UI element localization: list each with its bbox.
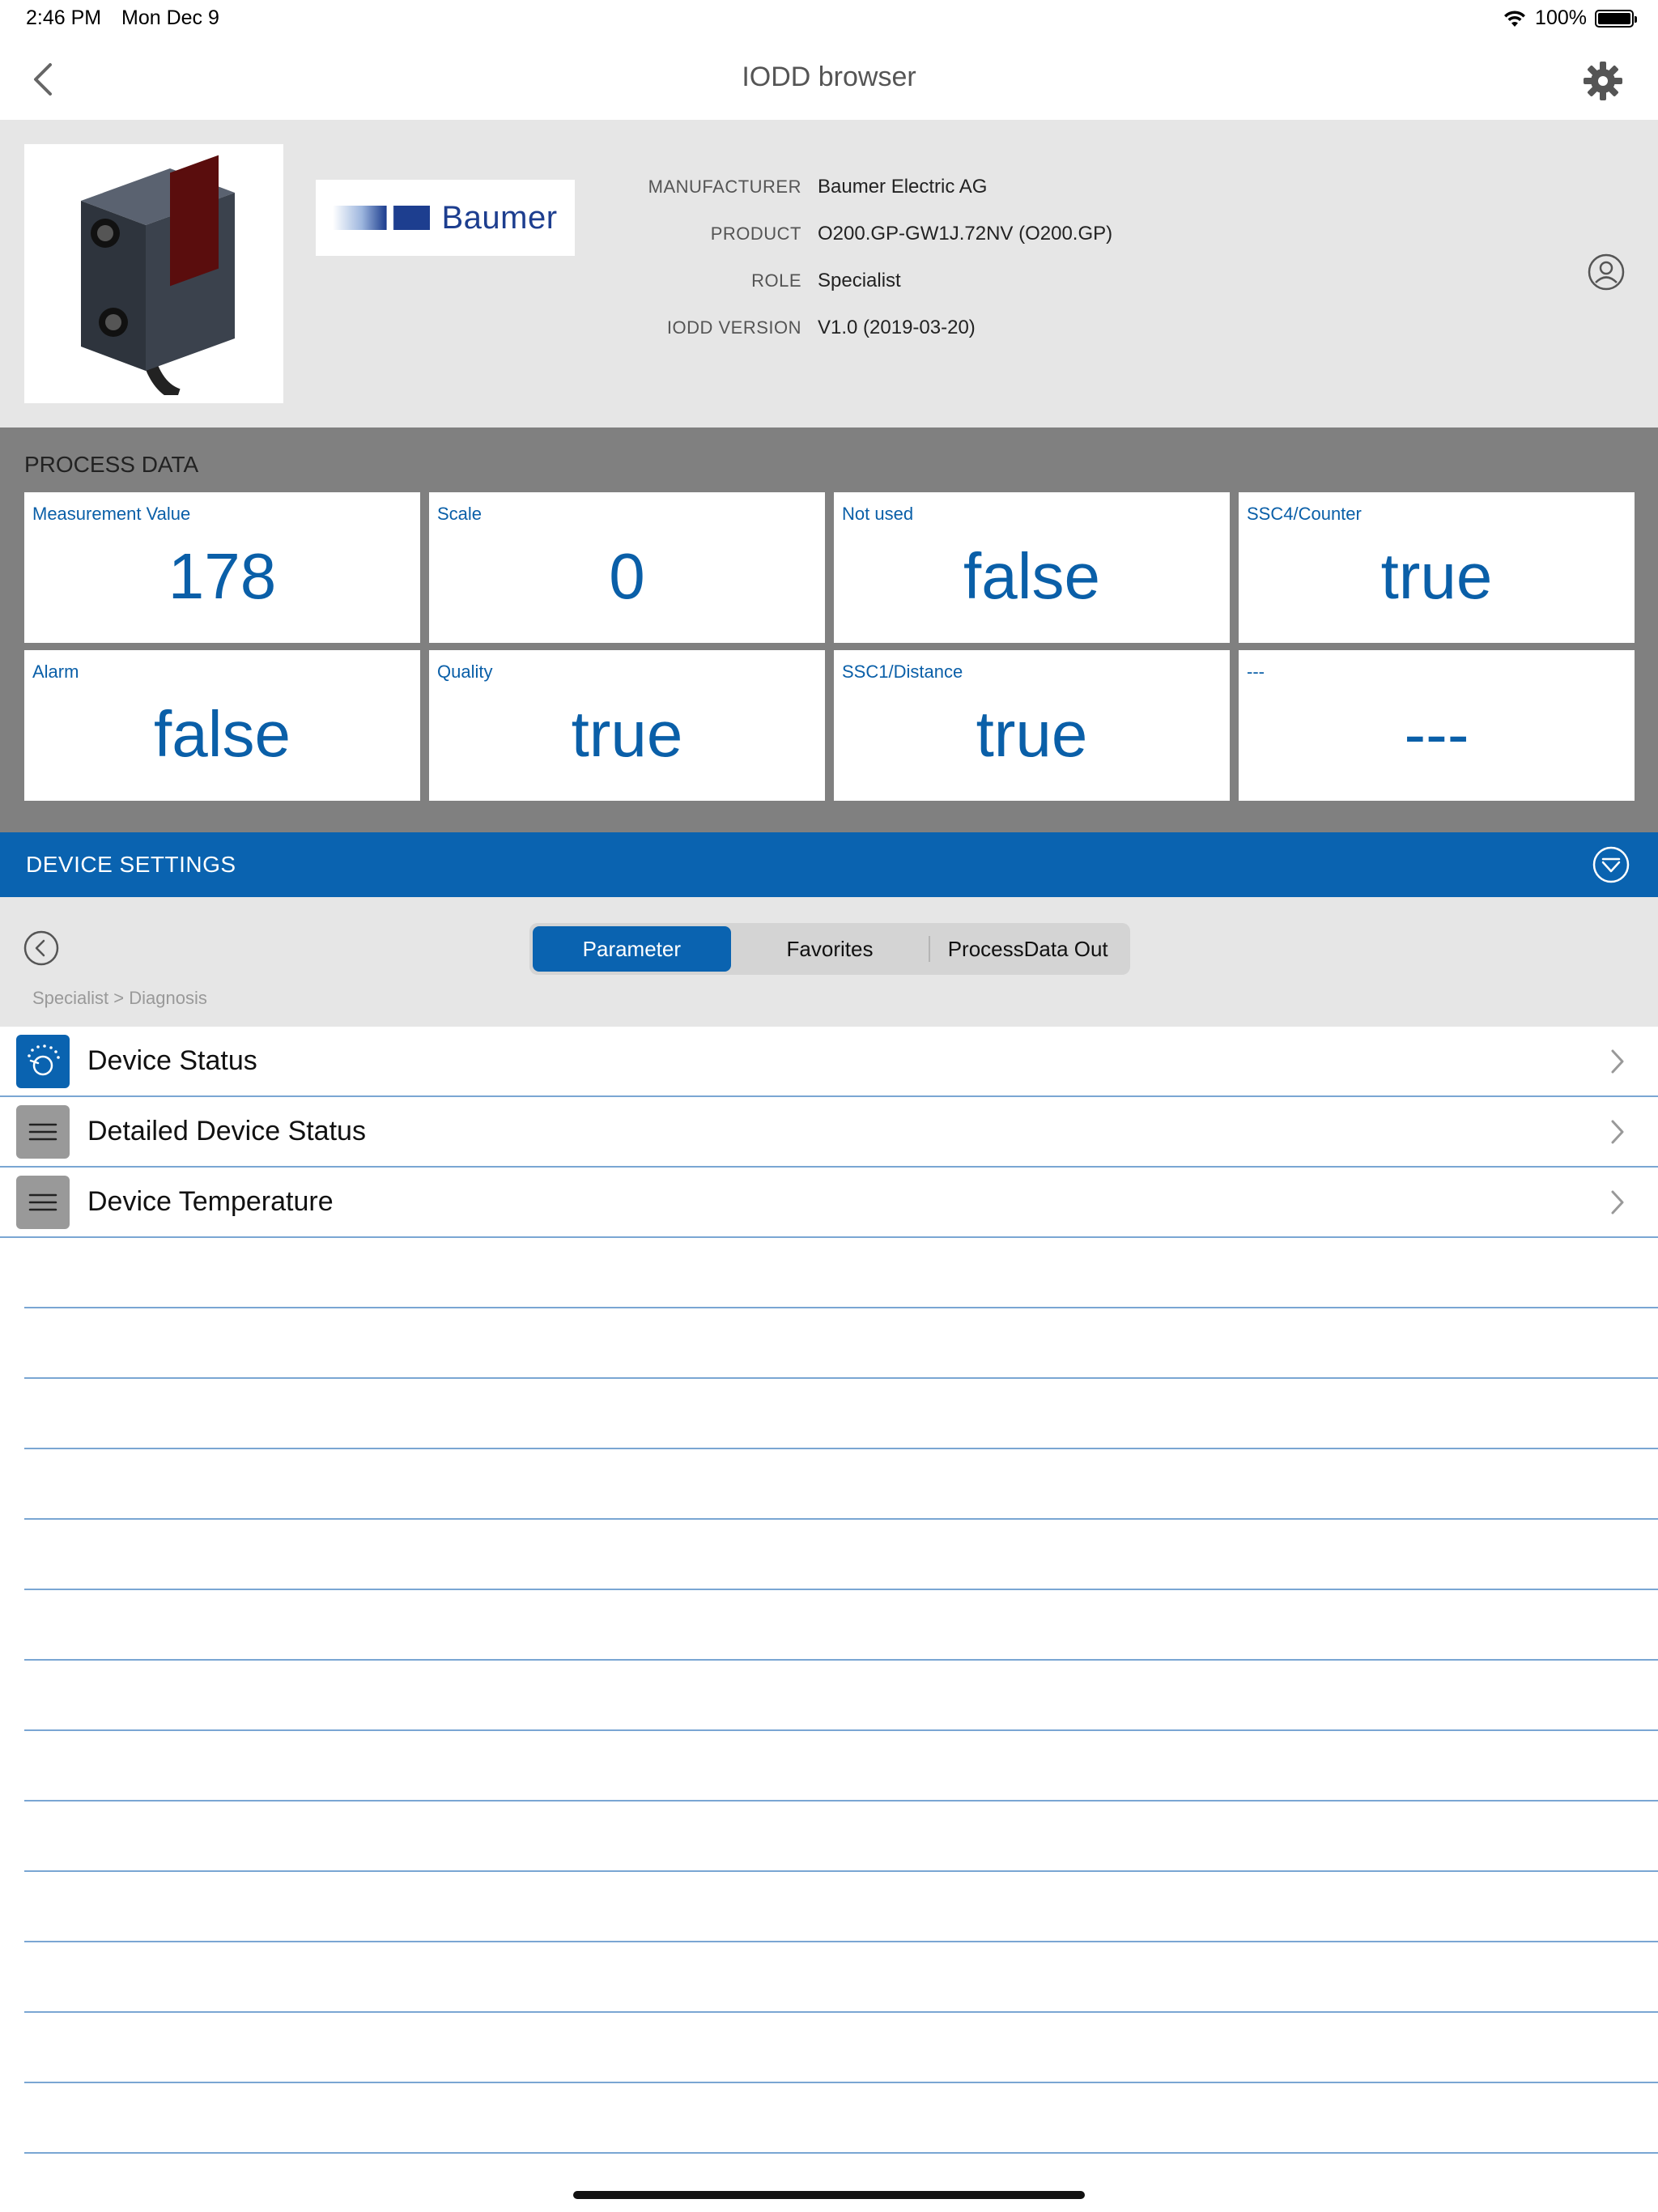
status-bar: 2:46 PM Mon Dec 9 100% <box>0 0 1658 37</box>
breadcrumb: Specialist > Diagnosis <box>32 988 207 1008</box>
process-data-cell: Measurement Value 178 <box>24 492 420 643</box>
device-settings-title: DEVICE SETTINGS <box>26 852 236 877</box>
gauge-icon <box>16 1035 70 1088</box>
process-data-value: false <box>963 540 1100 612</box>
process-data-value: 0 <box>609 540 645 612</box>
chevron-right-icon <box>1611 1120 1624 1144</box>
process-data-label: --- <box>1247 661 1265 682</box>
tab-parameter[interactable]: Parameter <box>533 926 731 972</box>
device-settings-header[interactable]: DEVICE SETTINGS <box>0 832 1658 897</box>
process-data-cell: Not used false <box>834 492 1230 643</box>
menu-icon <box>16 1105 70 1159</box>
battery-percent: 100% <box>1535 6 1587 29</box>
brand-name: Baumer <box>441 199 558 236</box>
collapse-icon[interactable] <box>1592 845 1630 884</box>
chevron-right-icon <box>1611 1190 1624 1214</box>
wifi-icon <box>1504 10 1526 27</box>
user-icon[interactable] <box>1587 253 1626 291</box>
menu-icon <box>16 1176 70 1229</box>
status-time: 2:46 PM <box>26 6 102 29</box>
process-data-label: Quality <box>437 661 493 682</box>
battery-fill <box>1598 12 1630 24</box>
info-row-product: PRODUCT O200.GP-GW1J.72NV (O200.GP) <box>615 211 1112 257</box>
page-title: IODD browser <box>742 62 916 92</box>
device-header: Baumer MANUFACTURER Baumer Electric AG P… <box>0 120 1658 428</box>
list-item-label: Detailed Device Status <box>87 1116 366 1146</box>
process-data-value: true <box>976 698 1088 770</box>
process-data-grid: Measurement Value 178 Scale 0 Not used f… <box>24 492 1635 801</box>
empty-row <box>24 1379 1658 1449</box>
process-data-label: Measurement Value <box>32 504 191 524</box>
gear-icon[interactable] <box>1580 58 1626 104</box>
process-data-label: SSC1/Distance <box>842 661 963 682</box>
process-data-title: PROCESS DATA <box>24 452 199 477</box>
device-info: MANUFACTURER Baumer Electric AG PRODUCT … <box>615 164 1112 351</box>
chevron-right-icon <box>1611 1049 1624 1074</box>
info-row-iodd-version: IODD VERSION V1.0 (2019-03-20) <box>615 304 1112 351</box>
empty-row <box>24 1590 1658 1661</box>
empty-row <box>24 2013 1658 2083</box>
home-indicator[interactable] <box>573 2191 1085 2199</box>
process-data-value: --- <box>1404 698 1469 770</box>
tab-favorites[interactable]: Favorites <box>731 926 929 972</box>
process-data-cell: Alarm false <box>24 650 420 801</box>
list-item-device-status[interactable]: Device Status <box>0 1027 1658 1097</box>
role-label: ROLE <box>751 270 801 291</box>
empty-row <box>24 1872 1658 1942</box>
process-data-cell: --- --- <box>1239 650 1635 801</box>
navigation-bar: IODD browser <box>0 37 1658 120</box>
empty-row <box>24 1449 1658 1520</box>
list-item-device-temperature[interactable]: Device Temperature <box>0 1168 1658 1238</box>
process-data-value: 178 <box>168 540 277 612</box>
status-indicators: 100% <box>1503 6 1637 30</box>
tab-processdata-out[interactable]: ProcessData Out <box>929 926 1127 972</box>
empty-row <box>24 1731 1658 1802</box>
empty-row <box>24 1520 1658 1590</box>
process-data-value: true <box>571 698 683 770</box>
empty-row <box>24 1238 1658 1308</box>
process-data-value: false <box>154 698 291 770</box>
manufacturer-label: MANUFACTURER <box>648 177 801 197</box>
iodd-version-label: IODD VERSION <box>666 317 801 338</box>
parameter-list: Device Status Detailed Device Status Dev… <box>0 1027 1658 1238</box>
process-data-label: Scale <box>437 504 483 524</box>
sensor-image <box>81 155 235 395</box>
iodd-version-value: V1.0 (2019-03-20) <box>818 317 976 338</box>
device-image <box>24 144 283 403</box>
empty-row <box>24 2083 1658 2154</box>
empty-list-rows <box>24 1238 1658 2154</box>
battery-icon <box>1595 9 1637 28</box>
process-data-label: SSC4/Counter <box>1247 504 1362 524</box>
process-data-cell: SSC1/Distance true <box>834 650 1230 801</box>
segmented-control: Parameter Favorites ProcessData Out <box>529 923 1130 975</box>
circle-back-icon[interactable] <box>23 929 60 967</box>
empty-row <box>24 1802 1658 1872</box>
process-data-value: true <box>1380 540 1493 612</box>
status-date: Mon Dec 9 <box>121 6 219 29</box>
process-data-cell: SSC4/Counter true <box>1239 492 1635 643</box>
process-data-cell: Scale 0 <box>429 492 825 643</box>
info-row-manufacturer: MANUFACTURER Baumer Electric AG <box>615 164 1112 211</box>
process-data-label: Not used <box>842 504 914 524</box>
manufacturer-value: Baumer Electric AG <box>818 176 988 198</box>
list-item-label: Device Status <box>87 1045 257 1076</box>
empty-row <box>24 1661 1658 1731</box>
settings-toolbar: Parameter Favorites ProcessData Out Spec… <box>0 897 1658 1027</box>
empty-row <box>24 1942 1658 2013</box>
list-item-detailed-device-status[interactable]: Detailed Device Status <box>0 1097 1658 1168</box>
process-data-label: Alarm <box>32 661 79 682</box>
list-item-label: Device Temperature <box>87 1186 334 1217</box>
info-row-role: ROLE Specialist <box>615 257 1112 304</box>
brand-logo: Baumer <box>316 180 575 256</box>
product-label: PRODUCT <box>710 223 801 244</box>
product-value: O200.GP-GW1J.72NV (O200.GP) <box>818 223 1113 245</box>
role-value: Specialist <box>818 270 901 291</box>
brand-logo-bars <box>333 206 431 230</box>
process-data-section: PROCESS DATA Measurement Value 178 Scale… <box>0 428 1658 832</box>
process-data-cell: Quality true <box>429 650 825 801</box>
empty-row <box>24 1308 1658 1379</box>
